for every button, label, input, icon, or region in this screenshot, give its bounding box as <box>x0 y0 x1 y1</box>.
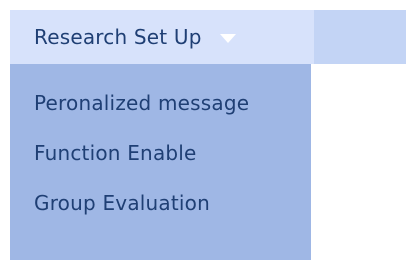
research-setup-menu-button[interactable]: Research Set Up <box>10 10 314 64</box>
dropdown-menu: Peronalized message Function Enable Grou… <box>10 64 311 260</box>
menu-bar: Research Set Up <box>10 10 406 64</box>
menu-item-function-enable[interactable]: Function Enable <box>10 128 311 178</box>
chevron-down-icon <box>219 33 236 43</box>
menu-trigger-label: Research Set Up <box>34 25 202 49</box>
menu-item-group-evaluation[interactable]: Group Evaluation <box>10 178 311 228</box>
menu-item-personalized-message[interactable]: Peronalized message <box>10 78 311 128</box>
